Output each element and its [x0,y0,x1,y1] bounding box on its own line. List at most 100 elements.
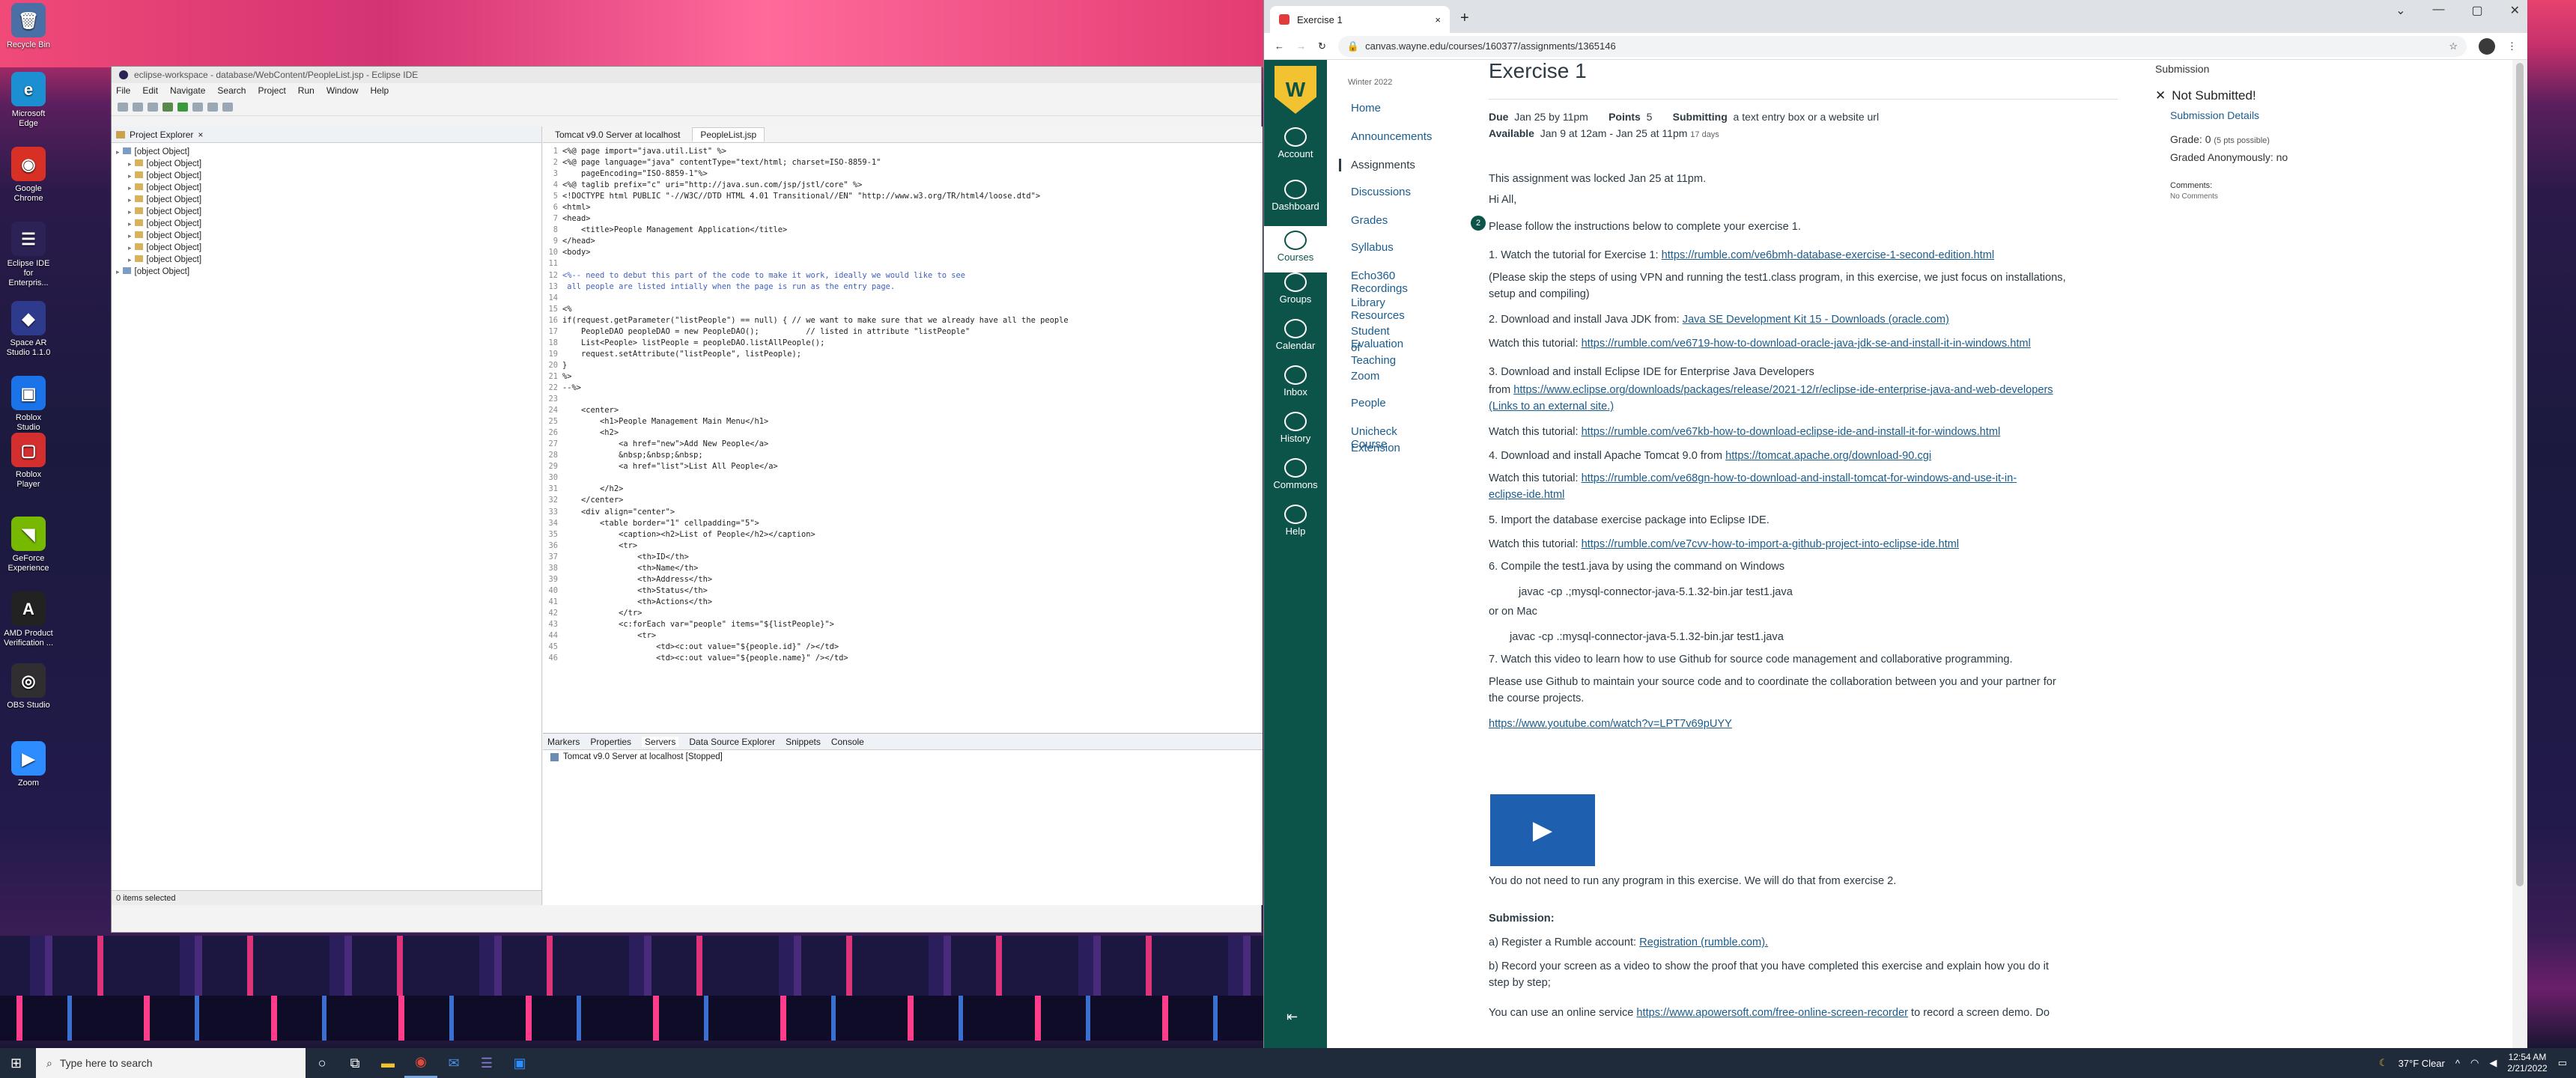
tree-item[interactable]: ▸ [object Object] [116,158,537,170]
assignment-link[interactable]: https://rumble.com/ve6719-how-to-downloa… [1582,338,2031,350]
course-nav-item[interactable]: Syllabus [1351,241,1394,254]
menu-item[interactable]: Run [298,85,315,96]
course-nav-item[interactable]: of Teaching [1351,341,1396,367]
desktop-icon[interactable]: e Microsoft Edge [3,72,54,129]
tree-item[interactable]: ▸ [object Object] [116,170,537,182]
print-icon[interactable] [148,102,158,112]
editor-tab[interactable]: PeopleList.jsp [692,127,765,141]
debug-icon[interactable] [162,102,173,112]
star-icon[interactable]: ☆ [2449,40,2458,52]
desktop-icon[interactable]: ◎ OBS Studio [3,663,54,710]
code-editor[interactable]: Tomcat v9.0 Server at localhost PeopleLis… [543,127,1263,733]
submission-details-link[interactable]: Submission Details [2170,109,2259,121]
global-nav-item[interactable]: History [1264,412,1327,444]
course-nav-item[interactable]: Discussions [1351,186,1411,198]
desktop-icon[interactable]: ▶ Zoom [3,741,54,788]
tree-item[interactable]: ▸ [object Object] [116,182,537,194]
maximize-icon[interactable]: ▢ [2471,3,2482,18]
scrollbar-thumb[interactable] [2516,63,2524,886]
global-nav-item[interactable]: Inbox [1264,365,1327,398]
global-nav-item[interactable]: Calendar [1264,319,1327,351]
desktop-icon[interactable]: ▣ Roblox Studio [3,376,54,433]
assignment-link[interactable]: eclipse-ide.html [1489,489,1564,501]
course-nav-item[interactable]: Extension [1351,442,1400,454]
zoom-taskbar-icon[interactable]: ▣ [503,1048,536,1078]
tray-expand-icon[interactable]: ^ [2455,1058,2460,1069]
course-nav-item[interactable]: Announcements [1351,130,1432,143]
menu-item[interactable]: Edit [142,85,158,96]
run-icon[interactable] [177,102,188,112]
assignment-link[interactable]: (Links to an external site.) [1489,401,1614,412]
taskbar-search[interactable]: ⌕ Type here to search [36,1048,306,1078]
bottom-tab[interactable]: Snippets [786,737,821,747]
file-explorer-icon[interactable]: ▬ [371,1048,404,1078]
assignment-link[interactable]: https://tomcat.apache.org/download-90.cg… [1725,450,1931,462]
assignment-link[interactable]: https://rumble.com/ve67kb-how-to-downloa… [1582,426,2001,438]
menu-icon[interactable]: ⋮ [2507,40,2517,52]
menu-item[interactable]: Project [258,85,285,96]
expand-arrow-icon[interactable]: ▸ [116,148,120,156]
tree-item[interactable]: ▸ [object Object] [116,218,537,230]
menu-item[interactable]: Help [371,85,389,96]
bottom-tab[interactable]: Markers [547,737,580,747]
collapse-nav-icon[interactable]: ⇤ [1287,1009,1298,1025]
desktop-icon[interactable]: ◥ GeForce Experience [3,517,54,573]
expand-arrow-icon[interactable]: ▸ [128,160,132,168]
expand-arrow-icon[interactable]: ▸ [128,220,132,228]
bottom-tab[interactable]: Servers [642,736,679,747]
expand-arrow-icon[interactable]: ▸ [128,184,132,192]
global-nav-item[interactable]: Commons [1264,458,1327,490]
save-icon[interactable] [133,102,143,112]
tree-item[interactable]: ▸ [object Object] [116,206,537,218]
menu-item[interactable]: Window [326,85,359,96]
wifi-icon[interactable]: ◠ [2470,1057,2479,1069]
code-area[interactable]: 1 <%@ page import="java.util.List" %> 2 <%@… [543,143,1263,664]
course-nav-item[interactable]: Assignments [1339,159,1415,171]
tab-search-icon[interactable]: ⌄ [2396,3,2405,18]
tree-item[interactable]: ▸ [object Object] [116,266,537,278]
desktop-icon[interactable]: A AMD Product Verification ... [3,591,54,648]
global-nav-item[interactable]: Dashboard [1264,180,1327,212]
back-icon[interactable] [207,102,218,112]
tree-item[interactable]: ▸ [object Object] [116,230,537,242]
global-nav-item[interactable]: Courses [1264,226,1327,272]
cortana-icon[interactable]: ○ [306,1048,338,1078]
expand-arrow-icon[interactable]: ▸ [128,256,132,264]
page-scrollbar[interactable] [2512,60,2527,1048]
weather-text[interactable]: 37°F Clear [2399,1058,2445,1069]
minimize-icon[interactable]: — [2432,3,2444,18]
global-nav-item[interactable]: Account [1264,127,1327,159]
assignment-link[interactable]: https://rumble.com/ve68gn-how-to-downloa… [1582,472,2017,484]
global-nav-item[interactable]: Help [1264,505,1327,537]
bottom-tab[interactable]: Console [831,737,864,747]
close-tab-icon[interactable]: × [1435,14,1441,25]
eclipse-taskbar-icon[interactable]: ☰ [470,1048,503,1078]
assignment-link[interactable]: https://www.apowersoft.com/free-online-s… [1636,1007,1908,1019]
menu-item[interactable]: Navigate [170,85,205,96]
reload-icon[interactable]: ↻ [1318,40,1326,52]
course-nav-item[interactable]: Zoom [1351,370,1379,383]
course-nav-item[interactable]: Grades [1351,214,1388,227]
tree-item[interactable]: ▸ [object Object] [116,194,537,206]
editor-tab[interactable]: Tomcat v9.0 Server at localhost [547,128,687,141]
assignment-link[interactable]: https://rumble.com/ve6bmh-database-exerc… [1662,249,1995,261]
new-tab-icon[interactable]: + [1450,10,1480,33]
assignment-link[interactable]: https://www.eclipse.org/downloads/packag… [1513,384,2053,396]
expand-arrow-icon[interactable]: ▸ [128,196,132,204]
task-view-icon[interactable]: ⧉ [338,1048,371,1078]
desktop-icon[interactable]: ◉ Google Chrome [3,147,54,204]
tree-item[interactable]: ▸ [object Object] [116,146,537,158]
clock[interactable]: 12:54 AM 2/21/2022 [2507,1052,2547,1074]
forward-icon[interactable] [222,102,233,112]
new-icon[interactable] [118,102,128,112]
assignment-link[interactable]: https://www.youtube.com/watch?v=LPT7v69p… [1489,718,1732,730]
server-entry[interactable]: Tomcat v9.0 Server at localhost [Stopped… [543,750,1263,764]
menu-item[interactable]: File [116,85,130,96]
project-explorer-tab[interactable]: Project Explorer × [112,127,541,143]
course-nav-item[interactable]: Library Resources [1351,296,1405,322]
expand-arrow-icon[interactable]: ▸ [116,268,120,275]
menu-item[interactable]: Search [217,85,246,96]
bottom-tab[interactable]: Data Source Explorer [689,737,775,747]
assignment-link[interactable]: Registration (rumble.com). [1639,937,1768,948]
desktop-icon[interactable]: ◆ Space AR Studio 1.1.0 [3,301,54,358]
